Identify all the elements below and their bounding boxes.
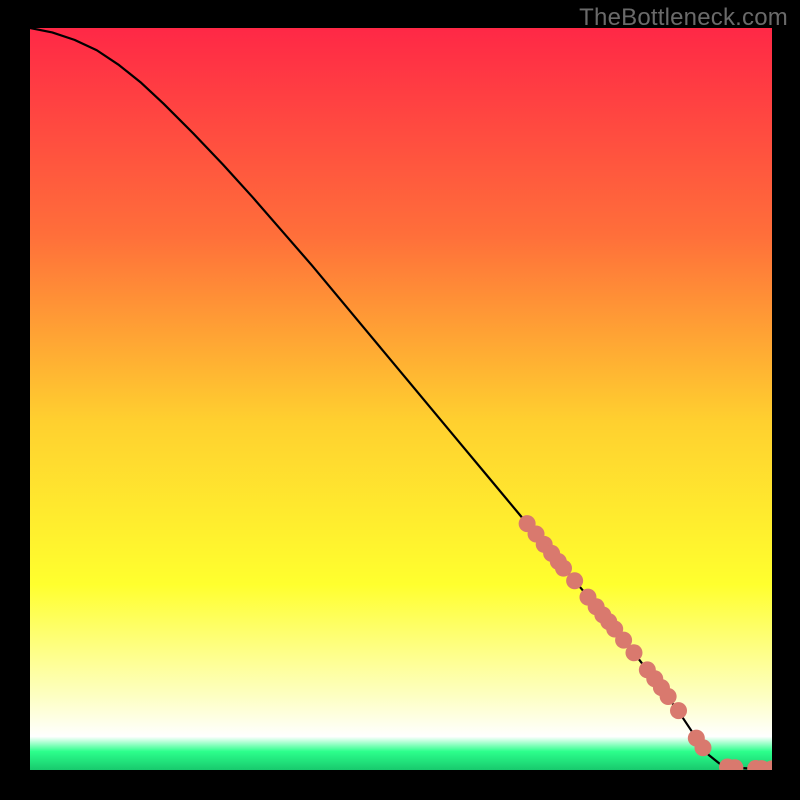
data-dot xyxy=(694,739,711,756)
data-dot xyxy=(625,644,642,661)
data-dot xyxy=(670,702,687,719)
data-dot xyxy=(566,572,583,589)
data-dot xyxy=(660,688,677,705)
gradient-rect xyxy=(30,28,772,770)
chart-frame: TheBottleneck.com xyxy=(0,0,800,800)
chart-svg xyxy=(30,28,772,770)
plot-area xyxy=(30,28,772,770)
